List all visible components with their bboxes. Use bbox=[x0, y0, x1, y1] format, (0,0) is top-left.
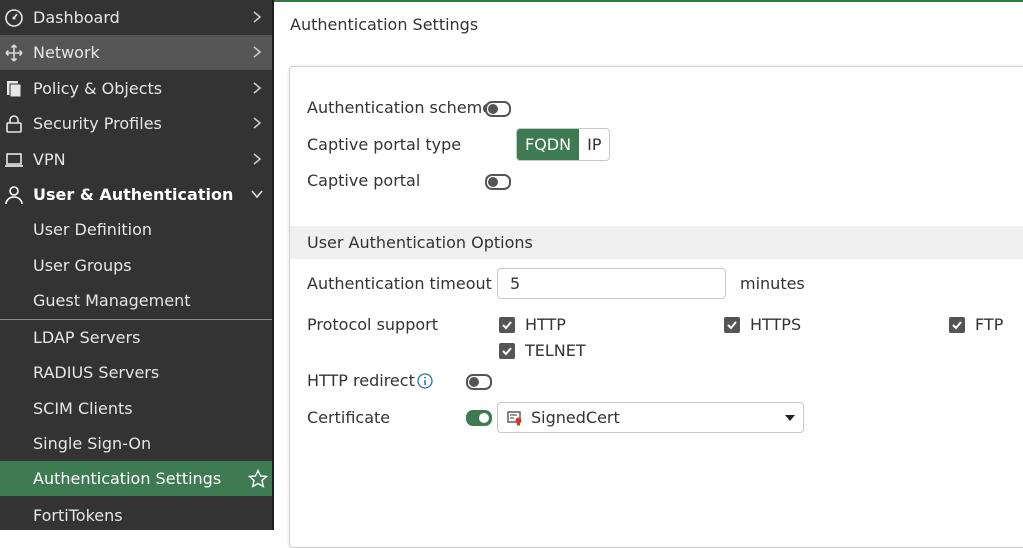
sidebar: Dashboard Network Policy & Objects Secur… bbox=[0, 0, 272, 530]
toggle-knob bbox=[479, 413, 489, 423]
https-label: HTTPS bbox=[750, 315, 802, 334]
certificate-icon bbox=[507, 411, 522, 426]
http-checkbox[interactable] bbox=[499, 317, 515, 333]
sidebar-subitem-user-definition[interactable]: User Definition bbox=[0, 212, 272, 247]
auth-scheme-label: Authentication scheme bbox=[307, 98, 493, 117]
sidebar-item-label: Dashboard bbox=[33, 8, 120, 27]
sidebar-subitem-label: SCIM Clients bbox=[33, 399, 133, 418]
chevron-down-icon bbox=[251, 190, 263, 199]
sidebar-item-security-profiles[interactable]: Security Profiles bbox=[0, 106, 272, 141]
chevron-right-icon bbox=[253, 46, 262, 58]
dashboard-icon bbox=[5, 9, 23, 27]
chevron-right-icon bbox=[253, 11, 262, 23]
sidebar-subitem-scim-clients[interactable]: SCIM Clients bbox=[0, 391, 272, 426]
auth-timeout-input[interactable]: 5 bbox=[497, 268, 726, 299]
lock-icon bbox=[6, 115, 22, 133]
star-icon[interactable] bbox=[248, 469, 268, 489]
sidebar-subitem-single-sign-on[interactable]: Single Sign-On bbox=[0, 426, 272, 461]
sidebar-item-label: VPN bbox=[33, 150, 66, 169]
chevron-right-icon bbox=[253, 82, 262, 94]
captive-portal-type-fqdn[interactable]: FQDN bbox=[517, 129, 580, 160]
sidebar-item-label: Security Profiles bbox=[33, 114, 162, 133]
toggle-knob bbox=[469, 377, 479, 387]
auth-timeout-label: Authentication timeout bbox=[307, 274, 492, 293]
auth-scheme-toggle[interactable] bbox=[485, 101, 511, 117]
chevron-right-icon bbox=[253, 153, 262, 165]
sidebar-subitem-label: User Definition bbox=[33, 220, 153, 239]
sidebar-item-label: User & Authentication bbox=[33, 185, 234, 204]
certificate-value: SignedCert bbox=[531, 408, 620, 427]
sidebar-item-vpn[interactable]: VPN bbox=[0, 142, 272, 177]
sidebar-item-network[interactable]: Network bbox=[0, 35, 272, 70]
sidebar-subitem-label: User Groups bbox=[33, 256, 132, 275]
auth-timeout-unit: minutes bbox=[740, 274, 805, 293]
page-title: Authentication Settings bbox=[290, 15, 479, 34]
sidebar-subitem-label: LDAP Servers bbox=[33, 328, 141, 347]
certificate-toggle[interactable] bbox=[466, 410, 492, 426]
sidebar-subitem-user-groups[interactable]: User Groups bbox=[0, 248, 272, 283]
laptop-icon bbox=[5, 153, 23, 167]
sidebar-subitem-guest-management[interactable]: Guest Management bbox=[0, 283, 272, 318]
telnet-checkbox[interactable] bbox=[499, 343, 515, 359]
sidebar-item-policy-objects[interactable]: Policy & Objects bbox=[0, 71, 272, 106]
http-redirect-toggle[interactable] bbox=[466, 374, 492, 390]
checkmark-icon bbox=[502, 321, 512, 330]
checkmark-icon bbox=[502, 347, 512, 356]
user-icon bbox=[5, 186, 23, 205]
certificate-label: Certificate bbox=[307, 408, 391, 427]
sidebar-subitem-label: FortiTokens bbox=[33, 506, 123, 525]
captive-portal-label: Captive portal bbox=[307, 171, 421, 190]
toggle-knob bbox=[488, 177, 498, 187]
http-redirect-label: HTTP redirect bbox=[307, 371, 415, 390]
checkmark-icon bbox=[727, 321, 737, 330]
dropdown-caret-icon bbox=[785, 415, 795, 421]
captive-portal-toggle[interactable] bbox=[485, 174, 511, 190]
sidebar-subitem-authentication-settings[interactable]: Authentication Settings bbox=[0, 461, 272, 496]
sidebar-subitem-label: Authentication Settings bbox=[33, 469, 222, 488]
ftp-checkbox[interactable] bbox=[949, 317, 965, 333]
sidebar-subitem-label: RADIUS Servers bbox=[33, 363, 160, 382]
captive-portal-type-ip[interactable]: IP bbox=[579, 129, 609, 160]
sidebar-subitem-ldap-servers[interactable]: LDAP Servers bbox=[0, 320, 272, 355]
sidebar-subitem-radius-servers[interactable]: RADIUS Servers bbox=[0, 355, 272, 390]
sidebar-edge bbox=[272, 0, 274, 530]
section-header: User Authentication Options bbox=[290, 226, 1023, 259]
https-checkbox[interactable] bbox=[724, 317, 740, 333]
sidebar-item-dashboard[interactable]: Dashboard bbox=[0, 0, 272, 35]
protocol-support-label: Protocol support bbox=[307, 315, 438, 334]
captive-portal-type-label: Captive portal type bbox=[307, 135, 462, 154]
ftp-label: FTP bbox=[975, 315, 1004, 334]
certificate-select[interactable]: SignedCert bbox=[497, 402, 804, 433]
captive-portal-type-selector: FQDN IP bbox=[516, 128, 611, 161]
policy-icon bbox=[7, 81, 22, 98]
section-title: User Authentication Options bbox=[307, 233, 533, 252]
checkmark-icon bbox=[952, 321, 962, 330]
info-icon[interactable] bbox=[417, 373, 433, 389]
network-icon bbox=[5, 44, 23, 62]
http-label: HTTP bbox=[525, 315, 566, 334]
sidebar-item-label: Policy & Objects bbox=[33, 79, 163, 98]
sidebar-item-label: Network bbox=[33, 43, 100, 62]
chevron-right-icon bbox=[253, 117, 262, 129]
sidebar-subitem-label: Guest Management bbox=[33, 291, 191, 310]
sidebar-subitem-fortitokens[interactable]: FortiTokens bbox=[0, 498, 272, 530]
sidebar-subitem-label: Single Sign-On bbox=[33, 434, 152, 453]
toggle-knob bbox=[488, 104, 498, 114]
sidebar-item-user-authentication[interactable]: User & Authentication bbox=[0, 177, 272, 212]
top-accent-line bbox=[274, 0, 1023, 2]
telnet-label: TELNET bbox=[525, 341, 586, 360]
